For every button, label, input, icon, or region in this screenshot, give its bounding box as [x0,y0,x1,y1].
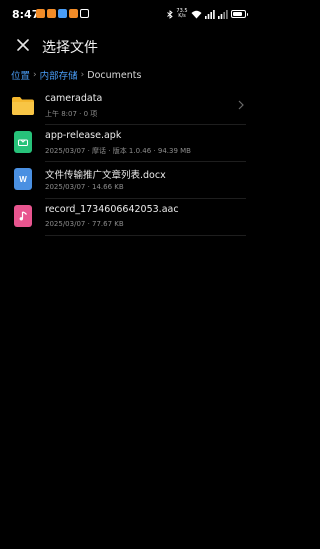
list-item-aac[interactable]: record_1734606642053.aac 2025/03/07 · 77… [0,199,254,236]
network-speed: 73.5 K/s [176,8,188,19]
word-icon: W [14,168,32,190]
close-icon[interactable] [12,34,34,56]
breadcrumb-separator-icon: › [33,70,37,80]
file-name: record_1734606642053.aac [45,204,179,215]
breadcrumb-location[interactable]: 位置 [11,68,30,82]
message-icon [36,9,45,18]
breadcrumb-internal-storage[interactable]: 内部存储 [40,68,78,82]
breadcrumb: 位置 › 内部存储 › Documents [11,68,142,83]
breadcrumb-separator-icon: › [80,70,85,80]
sync-icon [58,9,67,18]
file-meta: 2025/03/07 · 14.66 KB [45,183,124,191]
file-list: cameradata 上午 8:07 · 0 项 app-release.apk… [0,88,254,236]
folder-icon [12,97,34,115]
wifi-icon [191,10,202,18]
battery-icon [231,10,248,18]
file-name: cameradata [45,93,103,104]
file-name: app-release.apk [45,130,122,141]
page-title: 选择文件 [42,40,98,56]
list-item-docx[interactable]: W 文件传输推广文章列表.docx 2025/03/07 · 14.66 KB [0,162,254,199]
bluetooth-icon [167,9,173,19]
breadcrumb-documents: Documents [87,69,142,81]
apk-icon [14,131,32,153]
file-meta: 2025/03/07 · 摩话 · 版本 1.0.46 · 94.39 MB [45,147,191,155]
signal-icon [205,9,215,19]
app-icon [47,9,56,18]
status-bar: 8:47 73.5 K/s [0,0,254,28]
nfc-icon [80,9,89,18]
file-name: 文件传输推广文章列表.docx [45,170,166,181]
battery-level [233,12,242,16]
app-icon [69,9,78,18]
music-icon [14,205,32,227]
file-meta: 上午 8:07 · 0 项 [45,110,98,118]
signal-icon [218,9,228,19]
chevron-right-icon [238,100,244,110]
list-item-cameradata[interactable]: cameradata 上午 8:07 · 0 项 [0,88,254,125]
file-meta: 2025/03/07 · 77.67 KB [45,220,124,228]
list-item-apk[interactable]: app-release.apk 2025/03/07 · 摩话 · 版本 1.0… [0,125,254,162]
header: 选择文件 [0,28,254,64]
divider [45,235,246,236]
